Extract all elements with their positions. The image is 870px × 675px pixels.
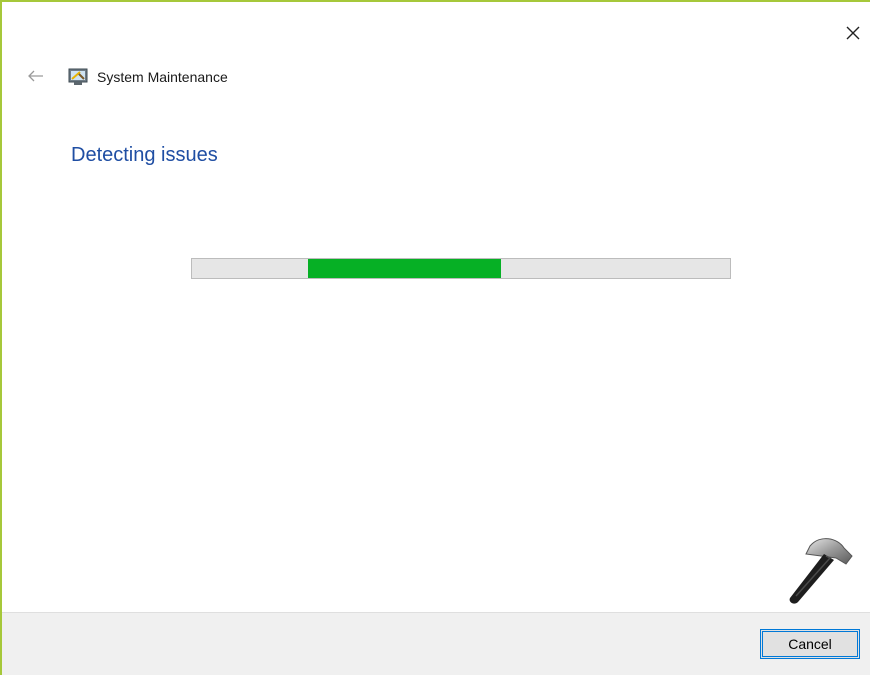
progress-bar (191, 258, 731, 279)
back-button[interactable] (24, 64, 48, 88)
system-maintenance-icon (68, 68, 88, 85)
footer-bar (2, 612, 870, 675)
page-heading: Detecting issues (71, 144, 218, 166)
back-arrow-icon (28, 70, 43, 82)
cancel-button[interactable]: Cancel (760, 629, 860, 659)
app-title: System Maintenance (97, 69, 228, 85)
close-icon (846, 26, 860, 40)
close-button[interactable] (836, 16, 870, 50)
troubleshooter-window: System Maintenance Detecting issues (0, 0, 870, 675)
progress-fill (307, 259, 502, 278)
hammer-icon (789, 538, 853, 604)
